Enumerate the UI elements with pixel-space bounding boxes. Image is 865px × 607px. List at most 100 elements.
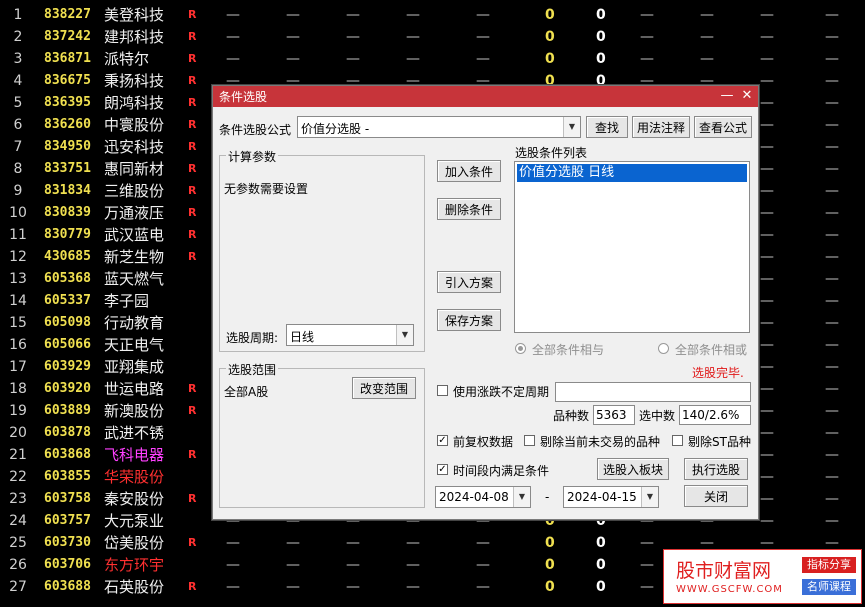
date-from-picker[interactable]: 2024-04-08 ▼: [435, 486, 531, 508]
stock-name: 东方环宇: [104, 556, 165, 574]
change-range-button[interactable]: 改变范围: [352, 377, 416, 399]
row-index: 19: [9, 403, 27, 419]
empty-cell: —: [286, 29, 300, 45]
count-field: 5363: [593, 405, 635, 425]
watermark-tag2: 名师课程: [802, 579, 856, 595]
date-separator: -: [545, 490, 550, 504]
radio-all-or[interactable]: [658, 343, 669, 354]
empty-cell: —: [640, 535, 654, 551]
find-button[interactable]: 查找: [586, 116, 628, 138]
empty-cell: —: [825, 337, 839, 353]
date-to-picker[interactable]: 2024-04-15 ▼: [563, 486, 659, 508]
margin-flag: R: [188, 96, 197, 109]
row-index: 9: [13, 183, 23, 199]
margin-flag: R: [188, 404, 197, 417]
view-formula-button[interactable]: 查看公式: [694, 116, 752, 138]
forward-adjust-checkbox[interactable]: ✓: [437, 435, 448, 446]
row-index: 8: [13, 161, 23, 177]
time-range-checkbox[interactable]: ✓: [437, 464, 448, 475]
margin-flag: R: [188, 250, 197, 263]
add-condition-button[interactable]: 加入条件: [437, 160, 501, 182]
formula-select[interactable]: 价值分选股 - ▼: [297, 116, 581, 138]
empty-cell: —: [476, 51, 490, 67]
margin-flag: R: [188, 74, 197, 87]
empty-cell: —: [825, 315, 839, 331]
empty-cell: —: [760, 403, 774, 419]
stock-name: 新芝生物: [104, 248, 165, 266]
exclude-st-checkbox[interactable]: [672, 435, 683, 446]
period-input[interactable]: [555, 382, 751, 402]
close-button[interactable]: 关闭: [684, 485, 748, 507]
list-item[interactable]: 价值分选股 日线: [517, 164, 747, 182]
stock-code: 430685: [44, 249, 91, 264]
row-index: 22: [9, 469, 27, 485]
formula-value: 价值分选股 -: [301, 122, 370, 136]
empty-cell: —: [476, 7, 490, 23]
minimize-icon[interactable]: —: [719, 88, 735, 104]
stock-name: 美登科技: [104, 6, 165, 24]
empty-cell: —: [760, 139, 774, 155]
empty-cell: —: [825, 29, 839, 45]
empty-cell: —: [760, 73, 774, 89]
chevron-down-icon[interactable]: ▼: [396, 325, 413, 345]
execute-select-button[interactable]: 执行选股: [684, 458, 748, 480]
stock-code: 836871: [44, 51, 91, 66]
empty-cell: —: [226, 535, 240, 551]
save-plan-button[interactable]: 保存方案: [437, 309, 501, 331]
empty-cell: —: [406, 557, 420, 573]
dialog-titlebar[interactable]: 条件选股 — ✕: [213, 86, 758, 107]
stock-code: 830839: [44, 205, 91, 220]
empty-cell: —: [825, 293, 839, 309]
close-icon[interactable]: ✕: [739, 88, 755, 104]
usage-notes-button[interactable]: 用法注释: [632, 116, 690, 138]
selected-label: 选中数: [639, 409, 676, 423]
row-index: 16: [9, 337, 27, 353]
row-index: 13: [9, 271, 27, 287]
margin-flag: R: [188, 492, 197, 505]
use-period-checkbox[interactable]: [437, 385, 448, 396]
chevron-down-icon[interactable]: ▼: [641, 487, 658, 507]
chevron-down-icon[interactable]: ▼: [513, 487, 530, 507]
exclude-untraded-checkbox[interactable]: [524, 435, 535, 446]
empty-cell: —: [760, 271, 774, 287]
stock-code: 605368: [44, 271, 91, 286]
stock-name: 飞科电器: [104, 446, 165, 464]
delete-condition-button[interactable]: 删除条件: [437, 198, 501, 220]
chevron-down-icon[interactable]: ▼: [563, 117, 580, 137]
range-group-title: 选股范围: [226, 361, 279, 378]
row-index: 23: [9, 491, 27, 507]
import-plan-button[interactable]: 引入方案: [437, 271, 501, 293]
site-watermark: 股市财富网 WWW.GSCFW.COM 指标分享 名师课程: [663, 549, 862, 604]
row-index: 7: [13, 139, 23, 155]
empty-cell: —: [760, 7, 774, 23]
empty-cell: —: [406, 535, 420, 551]
stock-code: 838227: [44, 7, 91, 22]
table-row[interactable]: 1 838227 美登科技 R — — — — — 0 0 — — — —: [0, 4, 865, 26]
stock-code: 603929: [44, 359, 91, 374]
empty-cell: —: [286, 579, 300, 595]
empty-cell: —: [700, 7, 714, 23]
stock-name: 三维股份: [104, 182, 165, 200]
period-select[interactable]: 日线 ▼: [286, 324, 414, 346]
empty-cell: —: [760, 359, 774, 375]
margin-flag: R: [188, 52, 197, 65]
stock-name: 大元泵业: [104, 512, 165, 530]
forward-adjust-label: 前复权数据: [453, 435, 514, 449]
value-cell: 0: [545, 535, 555, 551]
empty-cell: —: [825, 161, 839, 177]
use-period-label: 使用涨跌不定周期: [453, 385, 550, 399]
add-to-block-button[interactable]: 选股入板块: [597, 458, 669, 480]
condition-list[interactable]: 价值分选股 日线: [514, 161, 750, 333]
empty-cell: —: [825, 7, 839, 23]
stock-code: 603855: [44, 469, 91, 484]
table-row[interactable]: 3 836871 派特尔 R — — — — — 0 0 — — — —: [0, 48, 865, 70]
stock-name: 石英股份: [104, 578, 165, 596]
range-value: 全部A股: [224, 385, 269, 399]
stock-code: 603878: [44, 425, 91, 440]
margin-flag: R: [188, 30, 197, 43]
stock-name: 行动教育: [104, 314, 165, 332]
stock-code: 836395: [44, 95, 91, 110]
empty-cell: —: [760, 425, 774, 441]
radio-all-and[interactable]: [515, 343, 526, 354]
table-row[interactable]: 2 837242 建邦科技 R — — — — — 0 0 — — — —: [0, 26, 865, 48]
